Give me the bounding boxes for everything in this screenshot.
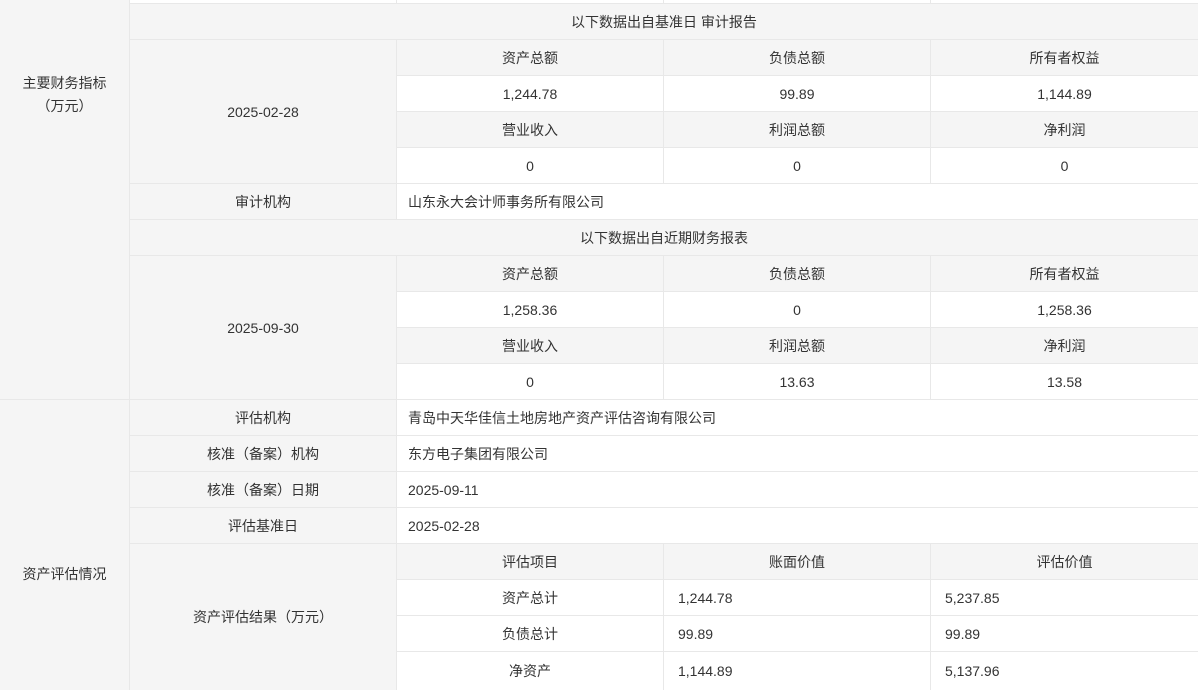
approval-date-row: 核准（备案）日期 2025-09-11	[130, 472, 1198, 508]
approval-agency-row: 核准（备案）机构 东方电子集团有限公司	[130, 436, 1198, 472]
cutoff-cell	[397, 0, 664, 3]
financial-subtable: 资产总额 负债总额 所有者权益 1,244.78 99.89 1,144.89 …	[397, 40, 1198, 183]
cutoff-cell	[130, 0, 397, 3]
table-value-row: 1,244.78 99.89 1,144.89	[397, 76, 1198, 112]
date-cell: 2025-09-30	[130, 256, 397, 399]
section-label-asset-evaluation: 资产评估情况	[0, 400, 129, 690]
evaluation-result-label: 资产评估结果（万元）	[130, 544, 397, 690]
value-total-liabilities: 99.89	[664, 76, 931, 111]
table-content-area: 以下数据出自基准日 审计报告 2025-02-28 资产总额 负债总额 所有者权…	[130, 0, 1198, 690]
header-net-profit: 净利润	[931, 112, 1198, 147]
table-value-row: 资产总计 1,244.78 5,237.85	[397, 580, 1198, 616]
value-total-liabilities: 0	[664, 292, 931, 327]
banner-baseline-audit-report: 以下数据出自基准日 审计报告	[130, 4, 1198, 40]
section-label-line2: （万元）	[0, 95, 129, 118]
value-operating-income: 0	[397, 364, 664, 399]
table-value-row: 净资产 1,144.89 5,137.96	[397, 652, 1198, 690]
book-total-assets: 1,244.78	[664, 580, 931, 615]
financial-table-recent: 2025-09-30 资产总额 负债总额 所有者权益 1,258.36 0 1,…	[130, 256, 1198, 400]
value-total-profit: 13.63	[664, 364, 931, 399]
header-operating-income: 营业收入	[397, 328, 664, 363]
header-total-assets: 资产总额	[397, 256, 664, 291]
banner-text: 以下数据出自基准日 审计报告	[571, 12, 757, 32]
assessed-total-assets: 5,237.85	[931, 580, 1198, 615]
audit-agency-row: 审计机构 山东永大会计师事务所有限公司	[130, 184, 1198, 220]
header-net-profit: 净利润	[931, 328, 1198, 363]
header-eval-item: 评估项目	[397, 544, 664, 579]
row-group-label-column: 主要财务指标 （万元） 资产评估情况	[0, 0, 130, 690]
table-header-row: 营业收入 利润总额 净利润	[397, 112, 1198, 148]
value-owners-equity: 1,144.89	[931, 76, 1198, 111]
approval-agency-label: 核准（备案）机构	[130, 436, 397, 471]
table-header-row: 评估项目 账面价值 评估价值	[397, 544, 1198, 580]
approval-date-value: 2025-09-11	[397, 472, 1198, 507]
value-net-profit: 13.58	[931, 364, 1198, 399]
evaluation-result-table: 评估项目 账面价值 评估价值 资产总计 1,244.78 5,237.85 负债…	[397, 544, 1198, 690]
value-net-profit: 0	[931, 148, 1198, 183]
table-header-row: 资产总额 负债总额 所有者权益	[397, 256, 1198, 292]
value-total-assets: 1,258.36	[397, 292, 664, 327]
header-total-profit: 利润总额	[664, 328, 931, 363]
header-owners-equity: 所有者权益	[931, 40, 1198, 75]
header-operating-income: 营业收入	[397, 112, 664, 147]
financial-table-baseline: 2025-02-28 资产总额 负债总额 所有者权益 1,244.78 99.8…	[130, 40, 1198, 184]
financial-subtable: 资产总额 负债总额 所有者权益 1,258.36 0 1,258.36 营业收入…	[397, 256, 1198, 399]
evaluation-agency-value: 青岛中天华佳信土地房地产资产评估咨询有限公司	[397, 400, 1198, 435]
table-header-row: 资产总额 负债总额 所有者权益	[397, 40, 1198, 76]
evaluation-result-block: 资产评估结果（万元） 评估项目 账面价值 评估价值 资产总计 1,244.78 …	[130, 544, 1198, 690]
value-total-profit: 0	[664, 148, 931, 183]
approval-agency-value: 东方电子集团有限公司	[397, 436, 1198, 471]
header-total-liabilities: 负债总额	[664, 256, 931, 291]
table-value-row: 0 0 0	[397, 148, 1198, 183]
book-total-liabilities: 99.89	[664, 616, 931, 651]
cutoff-cell	[931, 0, 1198, 3]
value-owners-equity: 1,258.36	[931, 292, 1198, 327]
item-total-liabilities: 负债总计	[397, 616, 664, 651]
assessed-net-assets: 5,137.96	[931, 652, 1198, 690]
cutoff-cell	[664, 0, 931, 3]
value-operating-income: 0	[397, 148, 664, 183]
assessed-total-liabilities: 99.89	[931, 616, 1198, 651]
table-value-row: 负债总计 99.89 99.89	[397, 616, 1198, 652]
evaluation-agency-row: 评估机构 青岛中天华佳信土地房地产资产评估咨询有限公司	[130, 400, 1198, 436]
evaluation-base-date-value: 2025-02-28	[397, 508, 1198, 543]
header-total-assets: 资产总额	[397, 40, 664, 75]
value-total-assets: 1,244.78	[397, 76, 664, 111]
evaluation-base-date-row: 评估基准日 2025-02-28	[130, 508, 1198, 544]
item-net-assets: 净资产	[397, 652, 664, 690]
item-total-assets: 资产总计	[397, 580, 664, 615]
table-value-row: 1,258.36 0 1,258.36	[397, 292, 1198, 328]
evaluation-base-date-label: 评估基准日	[130, 508, 397, 543]
header-total-profit: 利润总额	[664, 112, 931, 147]
banner-text: 以下数据出自近期财务报表	[580, 228, 748, 248]
audit-agency-value: 山东永大会计师事务所有限公司	[397, 184, 1198, 219]
book-net-assets: 1,144.89	[664, 652, 931, 690]
section-label-line1: 资产评估情况	[0, 564, 129, 584]
audit-agency-label: 审计机构	[130, 184, 397, 219]
header-total-liabilities: 负债总额	[664, 40, 931, 75]
section-label-financial-indicators: 主要财务指标 （万元）	[0, 0, 129, 400]
section-label-line1: 主要财务指标	[0, 72, 129, 95]
date-cell: 2025-02-28	[130, 40, 397, 183]
financial-info-panel: 主要财务指标 （万元） 资产评估情况 以下数据出自基准日 审计报告 2025-0…	[0, 0, 1198, 690]
header-assessed-value: 评估价值	[931, 544, 1198, 579]
table-value-row: 0 13.63 13.58	[397, 364, 1198, 399]
banner-recent-statements: 以下数据出自近期财务报表	[130, 220, 1198, 256]
approval-date-label: 核准（备案）日期	[130, 472, 397, 507]
header-book-value: 账面价值	[664, 544, 931, 579]
evaluation-agency-label: 评估机构	[130, 400, 397, 435]
table-header-row: 营业收入 利润总额 净利润	[397, 328, 1198, 364]
header-owners-equity: 所有者权益	[931, 256, 1198, 291]
